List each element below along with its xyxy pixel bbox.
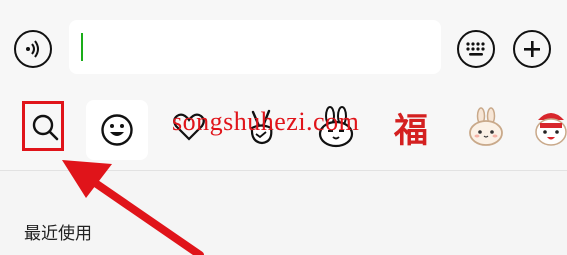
pointer-arrow <box>62 160 204 255</box>
